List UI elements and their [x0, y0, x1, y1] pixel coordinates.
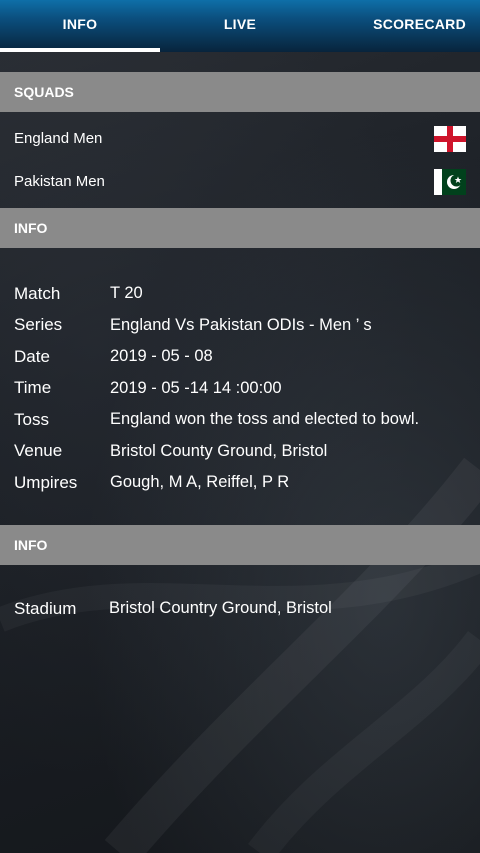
- info-label: Series: [14, 315, 63, 335]
- info-value: Bristol County Ground, Bristol: [110, 441, 328, 460]
- info-row-date: Date 2019 - 05 - 08: [0, 341, 480, 373]
- squads-header-title: SQUADS: [14, 84, 74, 100]
- info-value: T 20: [110, 284, 143, 303]
- tab-live-label: LIVE: [223, 16, 257, 32]
- info-label: Match: [14, 283, 61, 303]
- tab-info-label: INFO: [62, 16, 98, 32]
- squad-row-pakistan[interactable]: Pakistan Men: [0, 160, 480, 203]
- info-value: England Vs Pakistan ODIs - Men ’ s: [110, 315, 372, 334]
- info-value: England won the toss and elected to bowl…: [110, 410, 420, 429]
- england-flag-icon: [434, 125, 466, 152]
- info-row-time: Time 2019 - 05 -14 14 :00:00: [0, 373, 480, 405]
- squad-row-england[interactable]: England Men: [0, 117, 480, 160]
- pakistan-flag-icon: [434, 168, 466, 195]
- squad-name-england: England Men: [14, 130, 103, 147]
- tab-info[interactable]: INFO: [0, 0, 160, 52]
- info-label: Toss: [14, 409, 49, 429]
- info-label: Date: [14, 346, 50, 366]
- info-label: Venue: [14, 441, 63, 461]
- tab-scorecard-label: SCORECARD: [373, 16, 466, 32]
- info-value: 2019 - 05 - 08: [110, 347, 213, 366]
- info-label: Time: [14, 378, 52, 398]
- info-row-stadium: Stadium Bristol Country Ground, Bristol: [0, 565, 480, 619]
- squads-header: SQUADS: [0, 72, 480, 112]
- tab-live[interactable]: LIVE: [160, 0, 320, 52]
- info-row-umpires: Umpires Gough, M A, Reiffel, P R: [0, 467, 480, 499]
- match-info-list: Match T 20 Series England Vs Pakistan OD…: [0, 248, 480, 525]
- info-value: 2019 - 05 -14 14 :00:00: [110, 378, 282, 397]
- venue-info-header: INFO: [0, 524, 480, 565]
- tab-scorecard[interactable]: SCORECARD: [320, 0, 480, 52]
- tab-bar: INFO LIVE SCORECARD: [0, 0, 480, 52]
- info-row-match: Match T 20: [0, 278, 480, 310]
- stadium-label: Stadium: [14, 598, 77, 618]
- info-row-series: Series England Vs Pakistan ODIs - Men ’ …: [0, 310, 480, 342]
- info-value: Gough, M A, Reiffel, P R: [110, 473, 290, 492]
- stadium-value: Bristol Country Ground, Bristol: [109, 598, 332, 617]
- info-row-venue: Venue Bristol County Ground, Bristol: [0, 436, 480, 468]
- info-header-title: INFO: [14, 220, 48, 236]
- info-row-toss: Toss England won the toss and elected to…: [0, 404, 480, 436]
- info-label: Umpires: [14, 472, 78, 492]
- venue-info-header-title: INFO: [14, 536, 48, 553]
- squad-name-pakistan: Pakistan Men: [14, 173, 105, 190]
- info-header: INFO: [0, 208, 480, 248]
